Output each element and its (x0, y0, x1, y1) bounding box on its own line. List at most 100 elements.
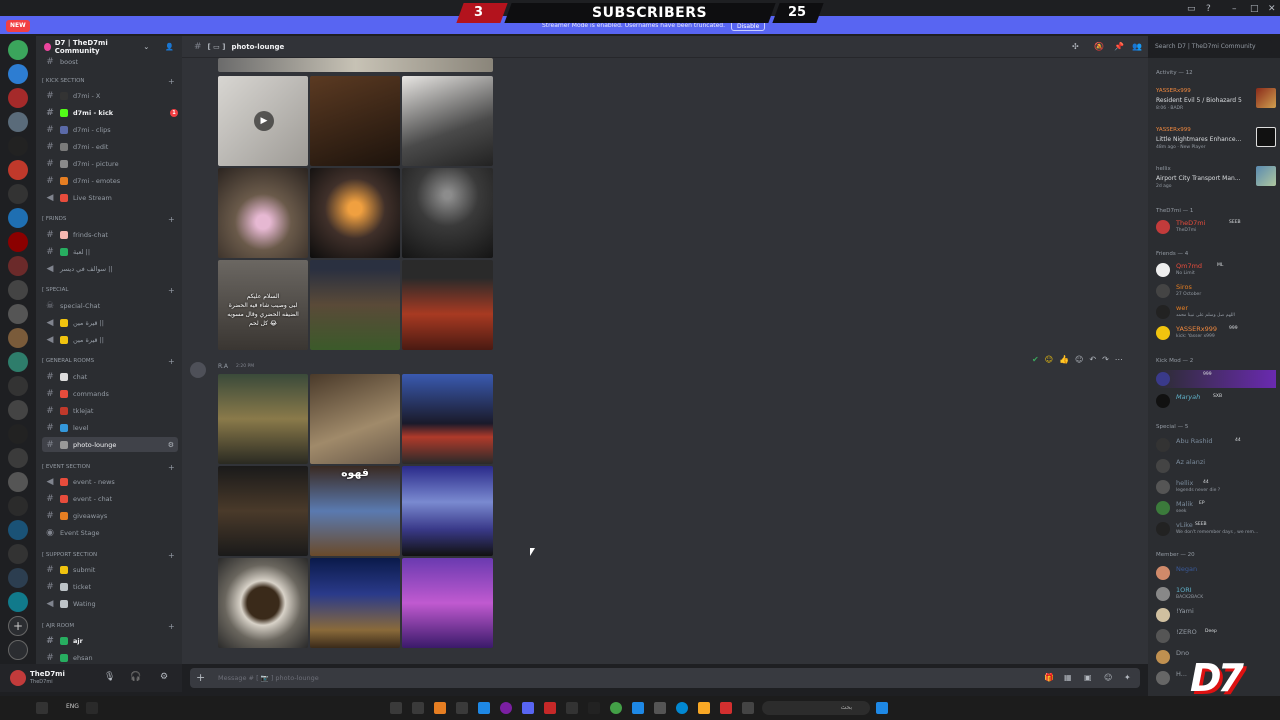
category-frinds[interactable]: [ FRINDS + (42, 215, 175, 224)
add-channel-icon[interactable]: + (168, 622, 175, 631)
channel-ehsan[interactable]: # ehsan (42, 650, 178, 664)
member-item[interactable]: !ZERO Deep (1156, 627, 1276, 645)
server-icon[interactable] (8, 88, 28, 108)
taskbar-app-icon[interactable] (588, 702, 600, 714)
settings-gear-icon[interactable]: ⚙ (160, 672, 168, 682)
photo-attachment[interactable] (402, 558, 493, 648)
taskbar-app-icon[interactable] (456, 702, 468, 714)
activity-card[interactable]: hellix Airport City Transport Man... 2d … (1156, 164, 1276, 198)
chrome-icon[interactable] (610, 702, 622, 714)
add-reaction-icon[interactable]: ☺ (1075, 355, 1083, 364)
taskbar-app-icon[interactable] (544, 702, 556, 714)
threads-icon[interactable]: ✣ (1072, 42, 1079, 51)
member-item[interactable]: Siros 27 October (1156, 282, 1276, 300)
server-icon[interactable] (8, 232, 28, 252)
channel-special-voice-2[interactable]: ◀ قيرة مين || (42, 332, 178, 347)
photo-attachment[interactable] (310, 558, 400, 648)
emoji-icon[interactable]: ☺ (1104, 673, 1112, 682)
channel-d7mi-emotes[interactable]: # d7mi - emotes (42, 173, 178, 188)
photo-attachment[interactable] (402, 260, 493, 350)
taskbar-app-icon[interactable] (478, 702, 490, 714)
photo-attachment[interactable] (218, 558, 308, 648)
add-channel-icon[interactable]: + (168, 77, 175, 86)
close-icon[interactable]: ✕ (1268, 4, 1276, 14)
member-item[interactable]: YASSERx999 999 kick: Yasser x999 (1156, 324, 1276, 342)
members-list-icon[interactable]: 👥 (1132, 42, 1142, 51)
channel-d7mi-x[interactable]: # d7mi - X (42, 88, 178, 103)
server-icon[interactable] (8, 592, 28, 612)
server-icon[interactable] (8, 112, 28, 132)
photo-attachment[interactable] (310, 168, 400, 258)
gift-icon[interactable]: 🎁 (1044, 673, 1054, 682)
apps-icon[interactable]: ✦ (1124, 673, 1131, 682)
avatar[interactable] (10, 670, 26, 686)
channel-chat[interactable]: # chat (42, 369, 178, 384)
member-item[interactable]: Malik EP seek (1156, 499, 1276, 517)
photo-attachment[interactable] (310, 374, 400, 464)
activity-card[interactable]: YASSERx999 Resident Evil 5 / Biohazard 5… (1156, 86, 1276, 120)
server-icon[interactable] (8, 568, 28, 588)
server-icon[interactable] (8, 208, 28, 228)
channel-level[interactable]: # level (42, 420, 178, 435)
server-icon[interactable] (8, 160, 28, 180)
microphone-icon[interactable] (86, 702, 98, 714)
member-item[interactable]: Maryah SXB (1156, 392, 1276, 410)
taskbar-app-icon[interactable] (500, 702, 512, 714)
member-item[interactable]: 1ORI BACK2BACK (1156, 585, 1276, 603)
member-item[interactable]: TheD7mi SEEB TheD7mi (1156, 218, 1276, 236)
add-server-icon[interactable]: + (8, 616, 28, 636)
minimize-icon[interactable]: – (1232, 4, 1237, 14)
category-support-section[interactable]: [ SUPPORT SECTION + (42, 551, 175, 560)
check-reaction-icon[interactable]: ✔ (1032, 355, 1039, 364)
server-icon[interactable] (8, 184, 28, 204)
add-channel-icon[interactable]: + (168, 463, 175, 472)
server-icon[interactable] (8, 40, 28, 60)
taskbar-app-icon[interactable] (566, 702, 578, 714)
photo-attachment[interactable] (402, 374, 493, 464)
member-item[interactable]: vLike SEEB We don't remember days , we rem… (1156, 520, 1276, 538)
channel-boost[interactable]: # boost (42, 54, 178, 69)
server-icon[interactable] (8, 64, 28, 84)
server-icon[interactable] (8, 496, 28, 516)
server-icon[interactable] (8, 376, 28, 396)
explore-servers-icon[interactable] (8, 640, 28, 660)
channel-event-stage[interactable]: ◉ Event Stage (42, 525, 178, 540)
taskbar-search-input[interactable]: بحث (762, 701, 870, 715)
category-event-section[interactable]: [ EVENT SECTION + (42, 463, 175, 472)
member-item[interactable]: Qm7md ML No Limit (1156, 261, 1276, 279)
server-icon[interactable] (8, 352, 28, 372)
channel-d7mi-picture[interactable]: # d7mi - picture (42, 156, 178, 171)
channel-d7mi-edit[interactable]: # d7mi - edit (42, 139, 178, 154)
settings-gear-icon[interactable]: ⚙ (168, 441, 174, 449)
channel-special-voice-1[interactable]: ◀ قيرة مين || (42, 315, 178, 330)
server-icon[interactable] (8, 256, 28, 276)
message-composer[interactable]: + Message # [ 📷 ] photo-lounge 🎁 ▦ ▣ ☺ ✦ (190, 668, 1140, 688)
photo-attachment[interactable] (218, 374, 308, 464)
avatar[interactable] (190, 362, 206, 378)
member-item[interactable]: Negan (1156, 564, 1276, 582)
photo-attachment[interactable] (402, 466, 493, 556)
server-icon[interactable] (8, 280, 28, 300)
forward-icon[interactable]: ↷ (1102, 355, 1109, 364)
task-view-icon[interactable] (742, 702, 754, 714)
channel-commands[interactable]: # commands (42, 386, 178, 401)
input-language[interactable]: ENG (66, 703, 79, 710)
channel-submit[interactable]: # submit (42, 562, 178, 577)
search-input[interactable]: Search D7 | TheD7mi Community (1150, 40, 1272, 54)
add-channel-icon[interactable]: + (168, 286, 175, 295)
photo-attachment[interactable] (310, 466, 400, 556)
member-item[interactable]: wer اللهم صل وسلم على نبينا محمد (1156, 303, 1276, 321)
taskbar-app-icon[interactable] (434, 702, 446, 714)
new-badge[interactable]: NEW (6, 20, 30, 32)
channel-d7mi-clips[interactable]: # d7mi - clips (42, 122, 178, 137)
photo-attachment[interactable] (218, 168, 308, 258)
photo-attachment[interactable] (310, 260, 400, 350)
channel-event-news[interactable]: ◀ event - news (42, 474, 178, 489)
taskbar-app-icon[interactable] (632, 702, 644, 714)
photo-attachment[interactable] (218, 466, 308, 556)
emoji-reaction-icon[interactable]: ☺ (1045, 355, 1053, 364)
add-channel-icon[interactable]: + (168, 551, 175, 560)
photo-attachment[interactable] (218, 58, 493, 72)
server-icon[interactable] (8, 448, 28, 468)
member-item[interactable]: Az alanzi (1156, 457, 1276, 475)
